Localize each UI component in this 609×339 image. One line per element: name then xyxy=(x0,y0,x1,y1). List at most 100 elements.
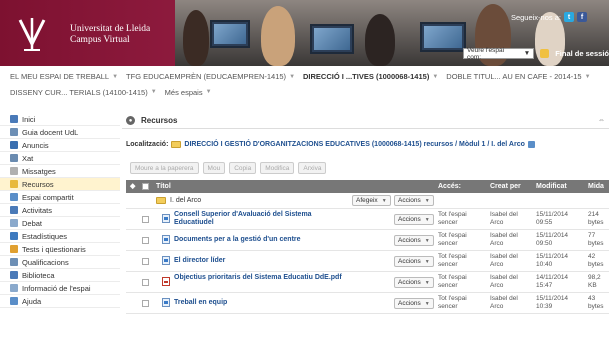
sidebar-item-recursos[interactable]: Recursos xyxy=(0,178,120,191)
chevron-down-icon: ▼ xyxy=(381,197,387,204)
view-as-select[interactable]: Veure l'espai com: ▼ xyxy=(463,46,535,61)
pdf-icon xyxy=(162,277,170,286)
creator-text: Isabel del Arco xyxy=(490,295,518,310)
space-tab-2[interactable]: DIRECCIÓ I ...TIVES (1000068-1415) ▼ xyxy=(303,72,438,81)
add-dropdown[interactable]: Afegeix ▼ xyxy=(352,195,391,206)
campus-subtitle: Campus Virtual xyxy=(70,35,130,45)
more-spaces[interactable]: Més espais ▼ xyxy=(165,88,212,97)
sidebar: Inici Guia docent UdL Anuncis Xat Missatges R… xyxy=(0,113,120,339)
chevron-down-icon: ▼ xyxy=(432,73,439,80)
table-row[interactable]: El director líder Accions ▼ Tot l'espai sen… xyxy=(126,251,609,272)
select-all-checkbox[interactable] xyxy=(142,183,149,190)
folder-icon xyxy=(156,197,166,204)
view-as-label: Veure l'espai com: xyxy=(467,46,505,61)
sidebar-item-guia-docent-udl[interactable]: Guia docent UdL xyxy=(0,126,120,139)
sidebar-item-biblioteca[interactable]: Biblioteca xyxy=(0,269,120,282)
modify-button[interactable]: Modifica xyxy=(260,162,295,174)
copy-button[interactable]: Copia xyxy=(229,162,257,174)
chevron-down-icon: ▼ xyxy=(150,89,157,95)
space-tab-0[interactable]: EL MEU ESPAI DE TREBALL ▼ xyxy=(10,72,118,81)
resource-name[interactable]: Objectius prioritaris del Sistema Educat… xyxy=(174,274,346,282)
row-actions-dropdown[interactable]: Accions ▼ xyxy=(394,235,434,246)
chevron-down-icon: ▼ xyxy=(424,237,430,244)
follow-label: Segueix-nos a: xyxy=(510,12,561,22)
sidebar-item-inici[interactable]: Inici xyxy=(0,113,120,126)
sidebar-item-label: Espai compartit xyxy=(22,192,74,202)
chevron-down-icon: ▼ xyxy=(424,216,430,223)
resource-name[interactable]: Documents per a la gestió d'un centre xyxy=(174,236,346,244)
row-checkbox[interactable] xyxy=(142,258,149,265)
sidebar-item-tests-i-q-estionaris[interactable]: Tests i qüestionaris xyxy=(0,243,120,256)
sidebar-item-xat[interactable]: Xat xyxy=(0,152,120,165)
row-actions-dropdown[interactable]: Accions ▼ xyxy=(394,277,434,288)
size-text: 77 bytes xyxy=(588,232,604,247)
row-actions-dropdown[interactable]: Accions ▼ xyxy=(394,256,434,267)
col-modified[interactable]: Modificat xyxy=(536,183,567,190)
col-title[interactable]: Títol xyxy=(156,183,171,190)
folder-actions-dropdown[interactable]: Accions ▼ xyxy=(394,195,434,206)
facebook-icon[interactable]: f xyxy=(577,12,587,22)
sidebar-item-activitats[interactable]: Activitats xyxy=(0,204,120,217)
sidebar-item-ajuda[interactable]: Ajuda xyxy=(0,295,120,308)
resource-name[interactable]: Consell Superior d'Avaluació del Sistema… xyxy=(174,211,346,227)
sort-icon[interactable]: ◆ xyxy=(130,182,135,190)
twitter-icon[interactable]: t xyxy=(564,12,574,22)
row-checkbox[interactable] xyxy=(142,300,149,307)
site-header: Universitat de Lleida Campus Virtual Seg… xyxy=(0,0,609,66)
sidebar-item-label: Estadístiques xyxy=(22,231,68,241)
chevron-down-icon: ▼ xyxy=(584,73,591,80)
row-checkbox[interactable] xyxy=(142,216,149,223)
size-text: 214 bytes xyxy=(588,211,604,226)
sidebar-item-anuncis[interactable]: Anuncis xyxy=(0,139,120,152)
logout-link[interactable]: Final de sessió xyxy=(555,49,609,58)
col-created-by[interactable]: Creat per xyxy=(490,183,521,190)
expand-icon[interactable]: ⇔ xyxy=(598,117,605,124)
share-icon[interactable] xyxy=(527,141,535,148)
sidebar-item-estad-stiques[interactable]: Estadístiques xyxy=(0,230,120,243)
sidebar-item-espai-compartit[interactable]: Espai compartit xyxy=(0,191,120,204)
modified-text: 15/11/2014 09:55 xyxy=(536,211,569,226)
document-icon xyxy=(162,256,170,265)
space-tab-1[interactable]: TFG EDUCAEMPRÈN (EDUCAEMPREN-1415) ▼ xyxy=(126,72,295,81)
folder-row[interactable]: I. del Arco Afegeix ▼ Accions ▼ xyxy=(126,193,609,209)
col-access[interactable]: Accés: xyxy=(438,183,461,190)
move-button[interactable]: Mou xyxy=(202,162,226,174)
resource-name[interactable]: Treball en equip xyxy=(174,299,346,307)
sidebar-item-informaci-de-l-espai[interactable]: Informació de l'espai xyxy=(0,282,120,295)
sidebar-item-label: Ajuda xyxy=(22,296,42,306)
row-checkbox[interactable] xyxy=(142,237,149,244)
table-row[interactable]: Consell Superior d'Avaluació del Sistema… xyxy=(126,209,609,230)
logo-area: Universitat de Lleida Campus Virtual xyxy=(0,0,175,66)
nav-icon xyxy=(10,141,18,149)
sidebar-item-debat[interactable]: Debat xyxy=(0,217,120,230)
resources-table: ◆ Títol Accés: Creat per Modificat Mida … xyxy=(126,180,609,314)
location-path[interactable]: DIRECCIÓ I GESTIÓ D'ORGANITZACIONS EDUCA… xyxy=(184,141,524,148)
row-actions-dropdown[interactable]: Accions ▼ xyxy=(394,298,434,309)
sidebar-item-missatges[interactable]: Missatges xyxy=(0,165,120,178)
user-icon xyxy=(540,49,550,58)
resources-icon: ● xyxy=(126,116,135,125)
space-tab-3[interactable]: DOBLE TITUL... AU EN CAFE - 2014-15 ▼ xyxy=(446,72,590,81)
chevron-down-icon: ▼ xyxy=(289,73,296,80)
folder-name[interactable]: I. del Arco xyxy=(170,197,201,204)
row-actions-dropdown[interactable]: Accions ▼ xyxy=(394,214,434,225)
sidebar-item-label: Informació de l'espai xyxy=(22,283,91,293)
nav-icon xyxy=(10,271,18,279)
sidebar-item-qualificacions[interactable]: Qualificacions xyxy=(0,256,120,269)
university-name[interactable]: Universitat de Lleida Campus Virtual xyxy=(70,24,150,46)
archive-button[interactable]: Arxiva xyxy=(298,162,327,174)
size-text: 42 bytes xyxy=(588,253,604,268)
modified-text: 15/11/2014 09:50 xyxy=(536,232,569,247)
chevron-down-icon: ▼ xyxy=(205,89,212,95)
trash-button[interactable]: Moure a la paperera xyxy=(130,162,199,174)
table-row[interactable]: Documents per a la gestió d'un centre Acc… xyxy=(126,230,609,251)
space-tab-4[interactable]: DISSENY CUR... TERIALS (14100-1415) ▼ xyxy=(10,88,157,97)
col-size[interactable]: Mida xyxy=(588,183,604,190)
nav-icon xyxy=(10,154,18,162)
row-checkbox[interactable] xyxy=(142,279,149,286)
table-row[interactable]: Treball en equip Accions ▼ Tot l'espai senc… xyxy=(126,293,609,314)
resource-name[interactable]: El director líder xyxy=(174,257,346,265)
document-icon xyxy=(162,214,170,223)
table-row[interactable]: Objectius prioritaris del Sistema Educat… xyxy=(126,272,609,293)
sidebar-item-label: Recursos xyxy=(22,179,54,189)
